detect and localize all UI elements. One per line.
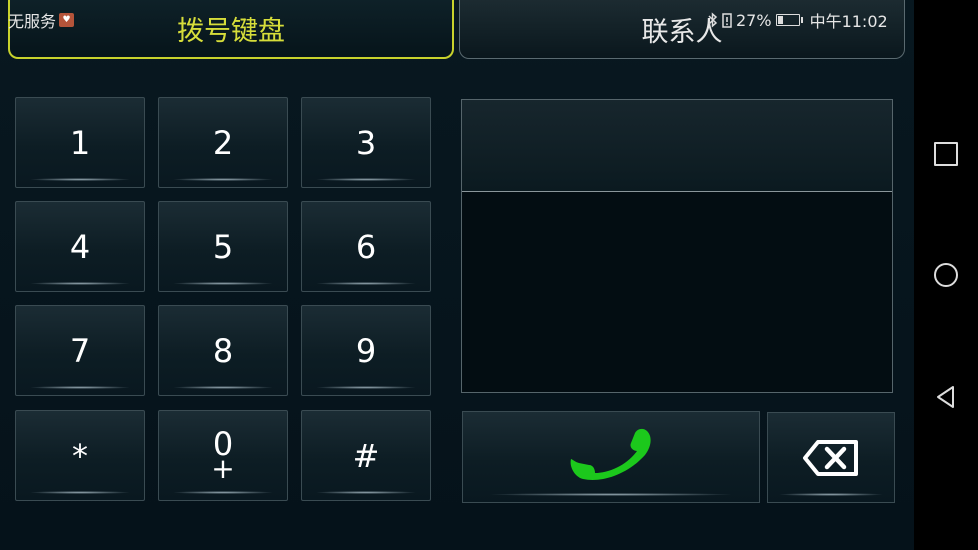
- status-bar-left: 无服务 ♥: [8, 8, 75, 32]
- call-button[interactable]: [462, 411, 760, 503]
- key-hash[interactable]: #: [301, 410, 431, 501]
- bluetooth-icon: [708, 12, 718, 28]
- key-label: 6: [355, 227, 377, 266]
- phone-icon: [570, 428, 651, 480]
- battery-icon: [775, 14, 803, 26]
- back-triangle-icon: [937, 386, 954, 408]
- key-label: 9: [355, 331, 377, 370]
- key-2[interactable]: 2: [158, 97, 288, 188]
- key-label: 2: [212, 123, 234, 162]
- recent-apps-button[interactable]: [933, 141, 959, 167]
- dialer-app: 拨号键盘 联系人 无服务 ♥ 27% 中午11:02 1 2 3 4 5 6 7…: [0, 0, 914, 550]
- carrier-status: 无服务: [8, 12, 57, 31]
- key-6[interactable]: 6: [301, 201, 431, 292]
- battery-percent: 27%: [736, 10, 772, 30]
- key-label: 7: [69, 331, 91, 370]
- key-8[interactable]: 8: [158, 305, 288, 396]
- key-3[interactable]: 3: [301, 97, 431, 188]
- key-label: 1: [69, 123, 91, 162]
- key-label: 5: [212, 227, 234, 266]
- tab-dialpad[interactable]: 拨号键盘: [8, 0, 454, 59]
- key-5[interactable]: 5: [158, 201, 288, 292]
- status-bar-right: 27% 中午11:02: [708, 8, 888, 32]
- key-9[interactable]: 9: [301, 305, 431, 396]
- tab-dialpad-label: 拨号键盘: [177, 16, 285, 47]
- square-icon: [934, 142, 958, 166]
- key-sublabel: +: [211, 451, 235, 485]
- key-label: 8: [212, 331, 234, 370]
- delete-button[interactable]: [767, 412, 895, 503]
- key-label: 4: [69, 227, 91, 266]
- back-button[interactable]: [933, 384, 959, 410]
- number-display: [461, 99, 893, 393]
- key-1[interactable]: 1: [15, 97, 145, 188]
- key-4[interactable]: 4: [15, 201, 145, 292]
- system-nav-bar: [914, 0, 978, 550]
- clock: 中午11:02: [809, 12, 888, 31]
- key-7[interactable]: 7: [15, 305, 145, 396]
- circle-icon: [934, 263, 958, 287]
- key-label: *: [72, 436, 88, 475]
- key-star[interactable]: *: [15, 410, 145, 501]
- number-input-field[interactable]: [462, 100, 892, 192]
- backspace-icon: [803, 439, 858, 476]
- heart-notification-icon: ♥: [59, 13, 75, 27]
- home-button[interactable]: [933, 262, 959, 288]
- key-label: #: [352, 436, 380, 475]
- battery-alert-icon: [722, 13, 732, 28]
- key-label: 3: [355, 123, 377, 162]
- key-0[interactable]: 0 +: [158, 410, 288, 501]
